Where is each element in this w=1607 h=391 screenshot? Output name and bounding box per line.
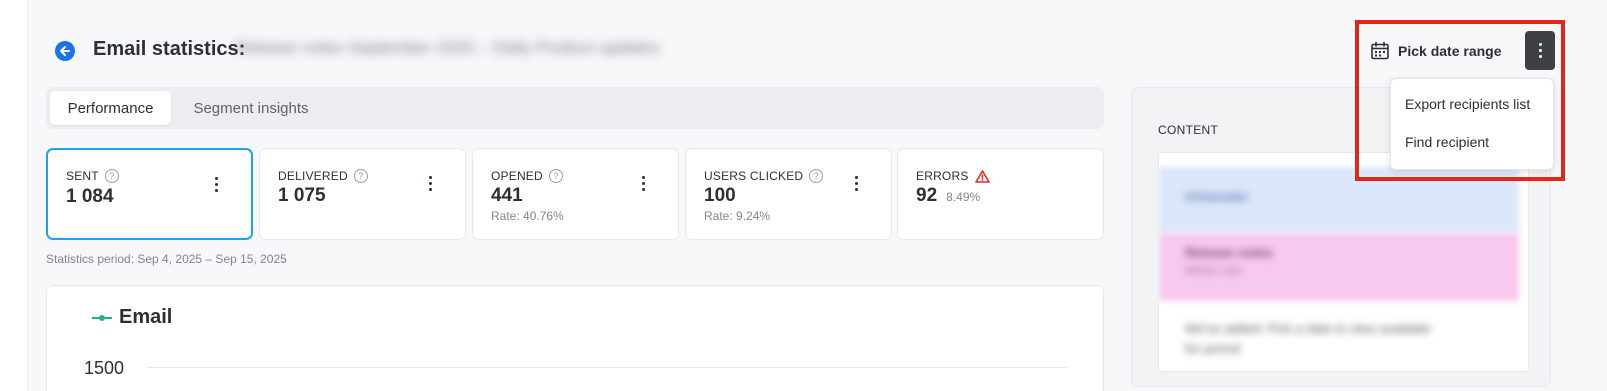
card-menu-button[interactable] xyxy=(636,173,650,193)
preview-body-line: We've added: Pick a date to view availab… xyxy=(1185,321,1431,336)
chart-gridline xyxy=(147,367,1067,368)
email-chart-panel: Email 1500 xyxy=(46,285,1104,391)
metric-rate: Rate: 40.76% xyxy=(491,209,564,223)
y-axis-tick-label: 1500 xyxy=(84,358,125,378)
tab-bar: Performance Segment insights xyxy=(46,87,1104,129)
metric-value: 441 xyxy=(491,185,523,206)
metric-label-text: DELIVERED xyxy=(278,169,348,183)
metric-value: 1 075 xyxy=(278,185,326,206)
page-title: Email statistics: xyxy=(93,38,246,60)
menu-item-export-recipients[interactable]: Export recipients list xyxy=(1405,96,1530,112)
metric-label: OPENED ? xyxy=(491,169,563,183)
metric-value: 100 xyxy=(704,185,736,206)
metric-value: 1 084 xyxy=(66,186,114,207)
help-icon[interactable]: ? xyxy=(353,169,368,183)
metric-card-sent[interactable]: SENT ? 1 084 xyxy=(46,148,253,240)
statistics-period: Statistics period: Sep 4, 2025 – Sep 15,… xyxy=(46,252,287,266)
metric-value: 92 xyxy=(916,185,938,206)
errors-value-row: 92 8.49% xyxy=(916,185,980,207)
card-menu-button[interactable] xyxy=(209,174,223,194)
preview-bottom-edge xyxy=(1159,367,1528,371)
metric-label: USERS CLICKED ? xyxy=(704,169,824,183)
tab-segment-insights[interactable]: Segment insights xyxy=(177,91,325,125)
arrow-left-icon xyxy=(60,46,70,56)
metric-label-text: OPENED xyxy=(491,169,543,183)
metric-label-text: USERS CLICKED xyxy=(704,169,804,183)
date-range-label: Pick date range xyxy=(1398,43,1502,59)
metric-rate: 8.49% xyxy=(946,190,981,204)
help-icon[interactable]: ? xyxy=(104,169,119,183)
chart-legend[interactable]: Email xyxy=(91,306,172,329)
metric-rate: Rate: 9.24% xyxy=(704,209,771,223)
metric-label: SENT ? xyxy=(66,169,119,183)
help-icon[interactable]: ? xyxy=(809,169,824,183)
metric-label: DELIVERED ? xyxy=(278,169,368,183)
metric-card-errors[interactable]: ERRORS 92 8.49% xyxy=(897,148,1104,240)
metric-label-text: ERRORS xyxy=(916,169,969,183)
content-label: CONTENT xyxy=(1158,123,1219,137)
warning-icon xyxy=(974,169,990,183)
more-options-button[interactable] xyxy=(1525,31,1555,70)
left-sidebar-strip xyxy=(0,0,28,391)
menu-item-find-recipient[interactable]: Find recipient xyxy=(1405,134,1489,150)
metric-label: ERRORS xyxy=(916,169,990,183)
preview-logo-text: Unisender xyxy=(1185,189,1249,204)
card-menu-button[interactable] xyxy=(423,173,437,193)
card-menu-button[interactable] xyxy=(849,173,863,193)
back-button[interactable] xyxy=(55,41,75,61)
email-preview[interactable]: Unisender Release notes What's new We've… xyxy=(1158,152,1529,372)
metric-card-delivered[interactable]: DELIVERED ? 1 075 xyxy=(259,148,466,240)
preview-banner-title: Release notes xyxy=(1185,245,1273,260)
pick-date-range-button[interactable]: Pick date range xyxy=(1370,38,1502,64)
preview-banner-subtitle: What's new xyxy=(1185,265,1242,277)
preview-body-line: for period xyxy=(1185,341,1240,356)
metric-card-users-clicked[interactable]: USERS CLICKED ? 100 Rate: 9.24% xyxy=(685,148,892,240)
legend-line-marker-icon xyxy=(92,314,112,321)
help-icon[interactable]: ? xyxy=(548,169,563,183)
tab-performance[interactable]: Performance xyxy=(50,91,171,125)
metric-label-text: SENT xyxy=(66,169,99,183)
metric-card-opened[interactable]: OPENED ? 441 Rate: 40.76% xyxy=(472,148,679,240)
campaign-name: Release notes September 2025 – Daily Pro… xyxy=(235,38,660,57)
more-options-menu: Export recipients list Find recipient xyxy=(1390,78,1554,170)
calendar-icon xyxy=(1371,41,1389,60)
legend-label: Email xyxy=(119,306,173,328)
